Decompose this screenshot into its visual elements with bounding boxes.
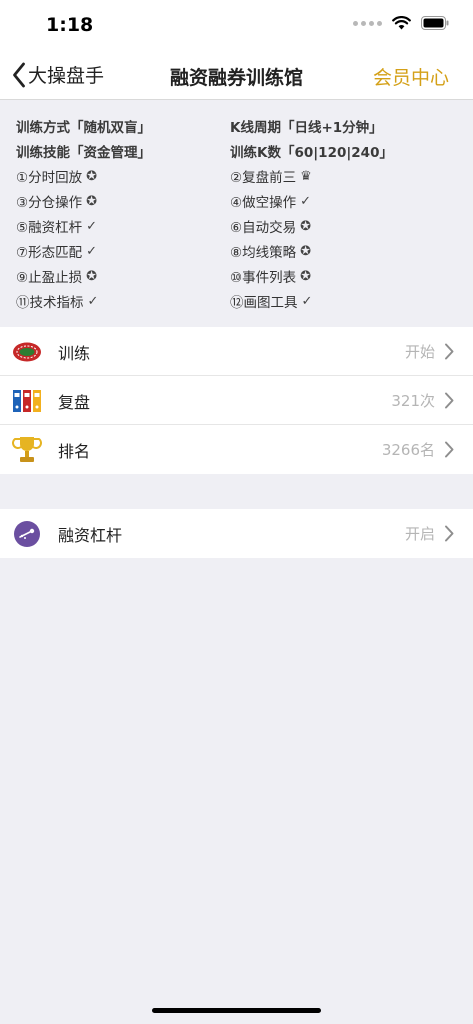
menu-group: 训练 开始 复盘 321次 排名 3266名 bbox=[0, 327, 473, 474]
feature-label: ④做空操作 bbox=[230, 195, 297, 211]
feature-row: ⑪技术指标 ✓ ⑫画图工具 ✓ bbox=[16, 291, 461, 316]
leverage-group: 融资杠杆 开启 bbox=[0, 509, 473, 558]
chevron-right-icon bbox=[445, 441, 454, 458]
feature-item: ⑫画图工具 ✓ bbox=[230, 291, 313, 312]
feature-mark: ✪ bbox=[300, 218, 312, 234]
feature-row: ⑨止盈止损 ✪ ⑩事件列表 ✪ bbox=[16, 266, 461, 291]
menu-item-value: 开始 bbox=[404, 343, 435, 361]
feature-row: ⑤融资杠杆 ✓ ⑥自动交易 ✪ bbox=[16, 216, 461, 241]
feature-item: ⑦形态匹配 ✓ bbox=[16, 241, 98, 262]
feature-label: ③分仓操作 bbox=[16, 195, 83, 211]
wifi-icon bbox=[392, 16, 411, 30]
feature-label: ⑫画图工具 bbox=[230, 295, 298, 311]
feature-label: ⑧均线策略 bbox=[230, 245, 297, 261]
feature-mark: ✓ bbox=[300, 193, 312, 209]
race-track-icon bbox=[13, 342, 41, 362]
setting-row: 训练方式「随机双盲」 K线周期「日线+1分钟」 bbox=[16, 116, 461, 141]
feature-label: ⑤融资杠杆 bbox=[16, 220, 83, 236]
feature-mark: ✪ bbox=[86, 193, 98, 209]
status-time: 1:18 bbox=[46, 14, 94, 36]
menu-item-review[interactable]: 复盘 321次 bbox=[0, 376, 473, 425]
battery-icon bbox=[421, 16, 449, 30]
feature-row: ⑦形态匹配 ✓ ⑧均线策略 ✪ bbox=[16, 241, 461, 266]
status-bar: 1:18 bbox=[0, 0, 473, 50]
feature-item: ⑤融资杠杆 ✓ bbox=[16, 216, 98, 237]
feature-item: ⑪技术指标 ✓ bbox=[16, 291, 99, 312]
back-button[interactable]: 大操盘手 bbox=[12, 61, 104, 88]
setting-right: 训练K数「60|120|240」 bbox=[230, 145, 393, 161]
menu-item-value: 开启 bbox=[404, 525, 435, 543]
page-title: 融资融券训练馆 bbox=[169, 67, 303, 89]
menu-item-label: 复盘 bbox=[58, 393, 91, 412]
feature-label: ⑪技术指标 bbox=[16, 295, 84, 311]
feature-mark: ✓ bbox=[86, 243, 98, 259]
feature-row: ①分时回放 ✪ ②复盘前三 ♛ bbox=[16, 166, 461, 191]
feature-mark: ✪ bbox=[300, 268, 312, 284]
feature-item: ①分时回放 ✪ bbox=[16, 166, 98, 187]
chevron-right-icon bbox=[445, 392, 454, 409]
setting-right: K线周期「日线+1分钟」 bbox=[230, 120, 383, 136]
feature-item: ③分仓操作 ✪ bbox=[16, 191, 98, 212]
home-indicator[interactable] bbox=[152, 1008, 321, 1013]
feature-label: ①分时回放 bbox=[16, 170, 83, 186]
feature-item: ⑥自动交易 ✪ bbox=[230, 216, 312, 237]
menu-item-value: 3266名 bbox=[381, 441, 435, 459]
back-label: 大操盘手 bbox=[28, 65, 105, 87]
feature-mark: ♛ bbox=[300, 168, 312, 184]
feature-label: ⑥自动交易 bbox=[230, 220, 297, 236]
feature-item: ④做空操作 ✓ bbox=[230, 191, 312, 212]
training-info-panel: 训练方式「随机双盲」 K线周期「日线+1分钟」 训练技能「资金管理」 训练K数「… bbox=[0, 101, 473, 327]
binders-icon bbox=[13, 390, 41, 412]
chevron-right-icon bbox=[445, 343, 454, 360]
feature-mark: ✪ bbox=[300, 243, 312, 259]
menu-item-value: 321次 bbox=[391, 392, 435, 410]
setting-left: 训练技能「资金管理」 bbox=[16, 145, 151, 161]
feature-mark: ✓ bbox=[86, 218, 98, 234]
feature-item: ⑩事件列表 ✪ bbox=[230, 266, 312, 287]
signal-icon bbox=[353, 20, 382, 26]
menu-item-ranking[interactable]: 排名 3266名 bbox=[0, 425, 473, 474]
menu-item-leverage[interactable]: 融资杠杆 开启 bbox=[0, 509, 473, 558]
trophy-icon bbox=[12, 437, 42, 462]
setting-left: 训练方式「随机双盲」 bbox=[16, 120, 151, 136]
feature-label: ⑨止盈止损 bbox=[16, 270, 83, 286]
menu-item-train[interactable]: 训练 开始 bbox=[0, 327, 473, 376]
feature-item: ⑨止盈止损 ✪ bbox=[16, 266, 98, 287]
menu-item-label: 融资杠杆 bbox=[58, 526, 123, 545]
feature-item: ⑧均线策略 ✪ bbox=[230, 241, 312, 262]
menu-item-label: 训练 bbox=[58, 344, 91, 363]
menu-item-label: 排名 bbox=[58, 442, 91, 461]
feature-label: ②复盘前三 bbox=[230, 170, 297, 186]
feature-mark: ✓ bbox=[87, 293, 99, 309]
feature-label: ⑩事件列表 bbox=[230, 270, 297, 286]
setting-row: 训练技能「资金管理」 训练K数「60|120|240」 bbox=[16, 141, 461, 166]
chevron-right-icon bbox=[445, 525, 454, 542]
feature-row: ③分仓操作 ✪ ④做空操作 ✓ bbox=[16, 191, 461, 216]
status-indicators bbox=[353, 16, 449, 30]
member-center-button[interactable]: 会员中心 bbox=[373, 63, 449, 90]
feature-label: ⑦形态匹配 bbox=[16, 245, 83, 261]
feature-mark: ✪ bbox=[86, 268, 98, 284]
leverage-icon bbox=[14, 521, 40, 547]
navigation-bar: 大操盘手 融资融券训练馆 会员中心 bbox=[0, 50, 473, 100]
chevron-left-icon bbox=[13, 62, 25, 87]
feature-mark: ✓ bbox=[301, 293, 313, 309]
feature-mark: ✪ bbox=[86, 168, 98, 184]
feature-item: ②复盘前三 ♛ bbox=[230, 166, 312, 187]
